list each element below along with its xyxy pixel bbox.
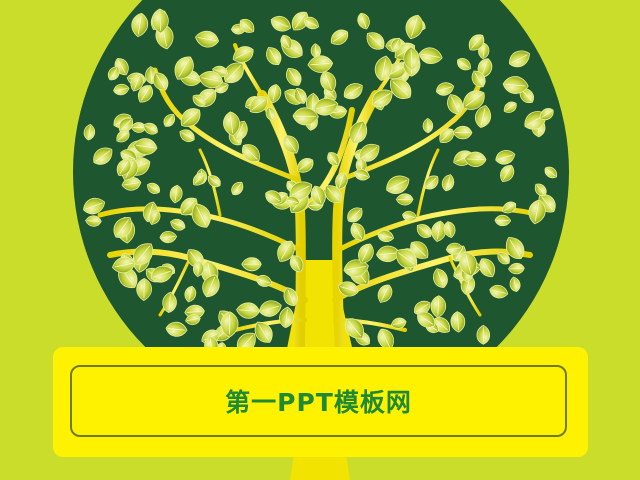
title-banner: 第一PPT模板网 [53, 347, 588, 457]
slide: 第一PPT模板网 [0, 0, 640, 480]
title-banner-frame: 第一PPT模板网 [70, 365, 567, 437]
slide-title: 第一PPT模板网 [225, 388, 412, 417]
